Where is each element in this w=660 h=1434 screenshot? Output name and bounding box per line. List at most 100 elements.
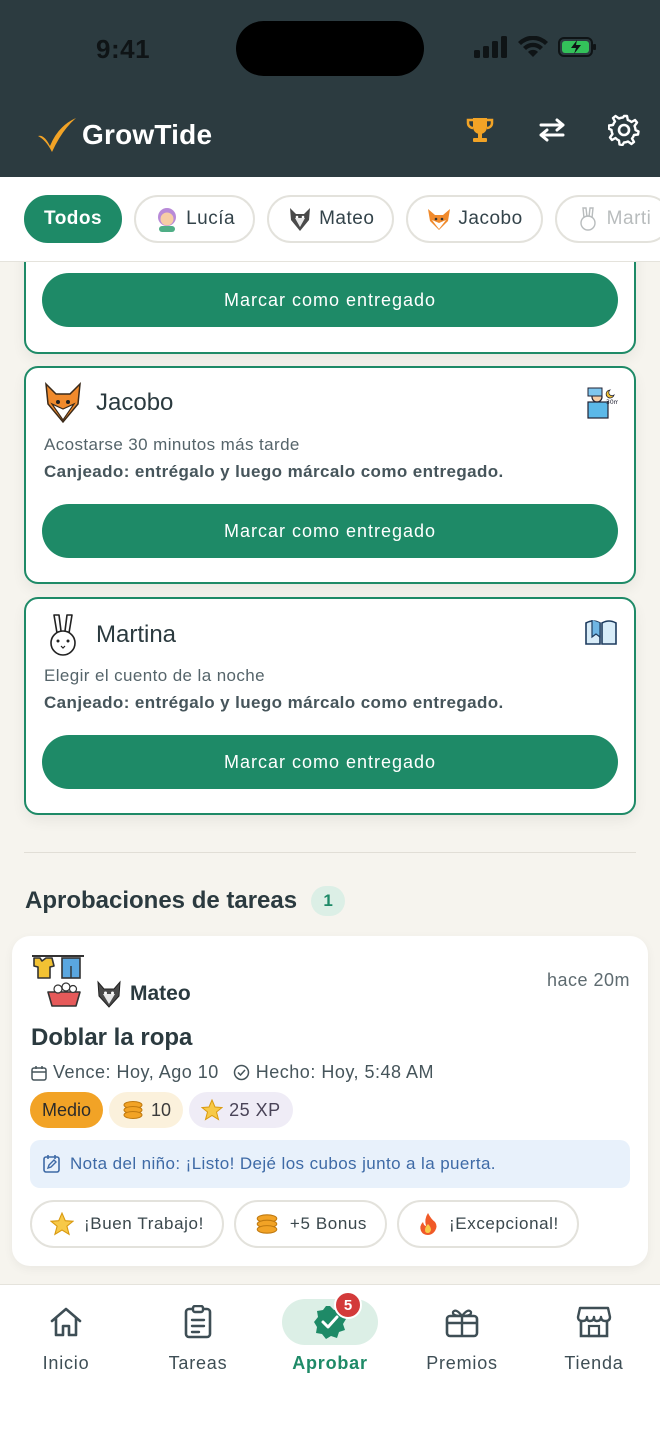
coin-stack-icon (256, 1214, 278, 1234)
child-name: Mateo (130, 982, 191, 1005)
mark-delivered-button[interactable]: Marcar como entregado (42, 273, 618, 327)
difficulty-pill: Medio (30, 1092, 104, 1128)
calendar-icon (31, 1065, 47, 1081)
nav-premios[interactable]: Premios (396, 1299, 528, 1374)
gear-icon (608, 114, 640, 146)
settings-button[interactable] (608, 114, 640, 146)
nav-inicio[interactable]: Inicio (0, 1299, 132, 1374)
status-time: 9:41 (96, 34, 151, 64)
book-icon (585, 620, 617, 645)
nav-label: Aprobar (292, 1353, 368, 1373)
nav-aprobar[interactable]: 5 Aprobar (264, 1291, 396, 1374)
child-note: Nota del niño: ¡Listo! Dejé los cubos ju… (30, 1140, 630, 1188)
mark-delivered-button[interactable]: Marcar como entregado (42, 735, 618, 789)
star-icon (201, 1099, 224, 1121)
note-text: Nota del niño: ¡Listo! Dejé los cubos ju… (70, 1154, 496, 1173)
note-edit-icon (43, 1155, 60, 1173)
logo-icon (38, 118, 76, 152)
good-job-button[interactable]: ¡Buen Trabajo! (30, 1200, 224, 1248)
xp-pill: 25 XP (189, 1092, 293, 1128)
redeemed-status: Canjeado: entrégalo y luego márcalo como… (44, 462, 504, 481)
nav-label: Tareas (168, 1353, 228, 1373)
battery-charging-icon (558, 37, 596, 57)
wolf-avatar-icon (97, 980, 121, 1008)
filter-chip-label: Todos (44, 208, 103, 229)
trophy-icon (466, 118, 494, 142)
section-title: Aprobaciones de tareas (25, 887, 298, 914)
brand: GrowTide (36, 116, 212, 154)
nav-label: Inicio (42, 1353, 90, 1373)
reward-card: Jacobo 30m Acostarse 30 minutos más tard… (24, 366, 636, 584)
approval-count-badge: 5 (334, 1291, 362, 1319)
laundry-icon (32, 955, 84, 1007)
reward-description: Elegir el cuento de la noche (44, 666, 266, 685)
gift-icon (445, 1309, 479, 1338)
trophy-button[interactable] (464, 114, 496, 146)
header-actions (464, 114, 640, 146)
filter-chip-label: Mateo (319, 208, 375, 229)
filter-chip-mateo[interactable]: Mateo (267, 195, 395, 243)
status-icons (474, 36, 598, 58)
done-time: Hecho: Hoy, 5:48 AM (255, 1062, 435, 1082)
filter-chip-lucia[interactable]: Lucía (134, 195, 256, 243)
swap-arrows-icon (539, 118, 565, 142)
child-filter-bar-front: Todos Lucía Mateo Jacobo Marti (0, 177, 660, 262)
bottom-nav: Inicio Tareas 5 Aprobar Premios Tienda (0, 1284, 660, 1434)
reward-card: Martina Elegir el cuento de la noche Can… (24, 597, 636, 815)
wolf-avatar-icon (290, 208, 311, 231)
praise-label: ¡Excepcional! (449, 1214, 559, 1233)
fox-avatar-icon (45, 382, 81, 424)
nav-label: Tienda (564, 1353, 624, 1373)
task-approvals-header: Aprobaciones de tareas 1 (25, 886, 346, 916)
child-name: Martina (96, 621, 177, 648)
task-approval-card[interactable]: Mateo hace 20m Doblar la ropa Vence: Hoy… (12, 936, 648, 1266)
app-name: GrowTide (82, 119, 213, 150)
redeemed-status: Canjeado: entrégalo y luego márcalo como… (44, 693, 504, 712)
filter-chip-martina[interactable]: Marti (554, 195, 660, 243)
fire-icon (420, 1213, 437, 1235)
filter-chip-todos[interactable]: Todos (24, 195, 123, 243)
store-icon (576, 1306, 612, 1338)
xp-value: 25 XP (229, 1099, 281, 1120)
rabbit-avatar-icon (50, 614, 76, 656)
nav-tareas[interactable]: Tareas (132, 1299, 264, 1374)
section-divider (24, 852, 636, 853)
filter-chip-label: Lucía (186, 208, 236, 229)
count-badge: 1 (311, 886, 346, 916)
filter-chip-label: Jacobo (458, 208, 523, 229)
child-name: Jacobo (96, 389, 174, 416)
reward-description: Acostarse 30 minutos más tarde (44, 435, 300, 454)
coins-value: 10 (151, 1099, 172, 1120)
praise-buttons: ¡Buen Trabajo! +5 Bonus ¡Excepcional! (30, 1200, 579, 1248)
cellular-signal-icon (474, 36, 507, 58)
task-title: Doblar la ropa (31, 1024, 193, 1051)
coins-pill: 10 (109, 1092, 184, 1128)
filter-chip-label: Marti (606, 208, 652, 229)
submitted-time: hace 20m (546, 970, 630, 990)
praise-label: +5 Bonus (289, 1214, 368, 1233)
task-meta: Vence: Hoy, Ago 10 Hecho: Hoy, 5:48 AM (31, 1062, 434, 1083)
nav-label: Premios (426, 1353, 498, 1373)
home-icon (50, 1307, 82, 1337)
exceptional-button[interactable]: ¡Excepcional! (397, 1200, 579, 1248)
star-icon (50, 1212, 74, 1236)
girl-avatar-icon (158, 208, 177, 232)
switch-profile-button[interactable] (536, 114, 568, 146)
app-header: 9:41 GrowTide (0, 0, 660, 177)
bonus-button[interactable]: +5 Bonus (233, 1200, 388, 1248)
late-bedtime-icon: 30m (587, 387, 620, 419)
clipboard-icon (184, 1305, 212, 1339)
due-date: Vence: Hoy, Ago 10 (53, 1062, 219, 1082)
task-pills: Medio 10 25 XP (30, 1092, 293, 1128)
nav-tienda[interactable]: Tienda (528, 1299, 660, 1374)
fox-avatar-icon (428, 209, 451, 230)
svg-text:30m: 30m (606, 399, 618, 406)
coin-stack-icon (123, 1101, 143, 1119)
check-circle-icon (233, 1064, 250, 1081)
wifi-icon (518, 36, 548, 57)
mark-delivered-button[interactable]: Marcar como entregado (42, 504, 618, 558)
rabbit-avatar-icon (579, 207, 596, 231)
dynamic-island (236, 21, 424, 76)
praise-label: ¡Buen Trabajo! (84, 1214, 204, 1233)
filter-chip-jacobo[interactable]: Jacobo (406, 195, 543, 243)
